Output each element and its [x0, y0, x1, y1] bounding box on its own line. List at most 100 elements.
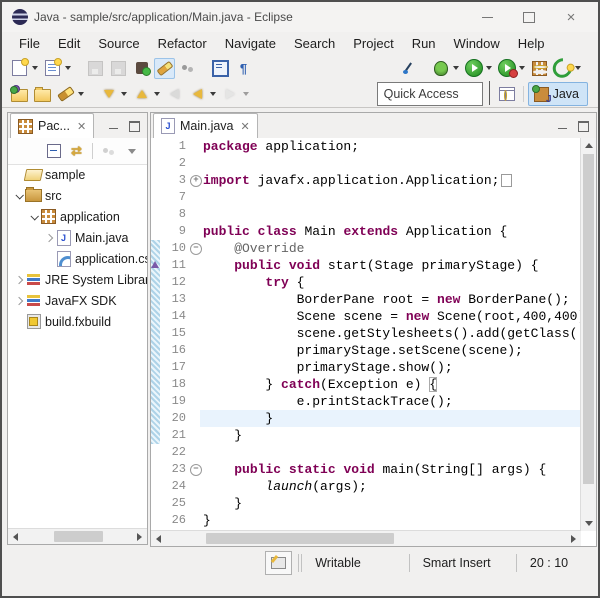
code-line-25[interactable]: 25 } — [151, 495, 581, 512]
code-line-3[interactable]: 3+import javafx.application.Application; — [151, 172, 581, 189]
back-dropdown-icon[interactable] — [210, 92, 216, 96]
fold-expanded-icon[interactable]: − — [190, 464, 202, 476]
tab-close-icon[interactable]: ✕ — [77, 120, 86, 133]
open-task-button[interactable] — [131, 58, 152, 79]
menu-edit[interactable]: Edit — [49, 34, 89, 53]
focus-task-button[interactable] — [98, 141, 119, 162]
code-line-26[interactable]: 26} — [151, 512, 581, 529]
line-number[interactable]: 2 — [160, 155, 189, 172]
run-dropdown-icon[interactable] — [486, 66, 492, 70]
java-perspective-button[interactable]: Java — [528, 82, 588, 106]
menu-search[interactable]: Search — [285, 34, 344, 53]
menu-window[interactable]: Window — [445, 34, 509, 53]
tree-item-main-java[interactable]: JMain.java — [8, 227, 147, 248]
tree-item-src[interactable]: src — [8, 185, 147, 206]
tree-expander-icon[interactable] — [12, 193, 25, 199]
run-button[interactable] — [463, 58, 484, 79]
view-maximize-button[interactable] — [129, 122, 141, 132]
sidebar-horizontal-scrollbar[interactable] — [8, 528, 147, 544]
forward-button[interactable] — [220, 84, 241, 105]
code-area[interactable]: 1package application;23+import javafx.ap… — [151, 138, 581, 531]
line-number[interactable]: 13 — [160, 291, 189, 308]
line-number[interactable]: 22 — [160, 444, 189, 461]
editor-minimize-button[interactable] — [558, 122, 570, 132]
editor-scroll-left-icon[interactable] — [151, 531, 166, 546]
code-line-11[interactable]: 11 public void start(Stage primaryStage)… — [151, 257, 581, 274]
save-button[interactable] — [85, 58, 106, 79]
menu-refactor[interactable]: Refactor — [149, 34, 216, 53]
line-number[interactable]: 8 — [160, 206, 189, 223]
open-resource-button[interactable] — [32, 84, 53, 105]
code-line-10[interactable]: 10− @Override — [151, 240, 581, 257]
tree-item-build-fxbuild[interactable]: build.fxbuild — [8, 311, 147, 332]
collapse-all-button[interactable] — [43, 141, 64, 162]
collapsed-region-icon[interactable] — [501, 174, 512, 187]
line-number[interactable]: 25 — [160, 495, 189, 512]
tree-item-jre-system-library[interactable]: JRE System Library — [8, 269, 147, 290]
external-tools-button[interactable] — [552, 58, 573, 79]
fold-toggle[interactable]: − — [189, 240, 203, 257]
line-number[interactable]: 9 — [160, 223, 189, 240]
next-annotation-dropdown-icon[interactable] — [121, 92, 127, 96]
code-line-24[interactable]: 24 launch(args); — [151, 478, 581, 495]
line-number[interactable]: 12 — [160, 274, 189, 291]
line-number[interactable]: 15 — [160, 325, 189, 342]
scroll-up-icon[interactable] — [581, 138, 596, 153]
editor-presentation-button[interactable] — [265, 551, 292, 575]
menu-file[interactable]: File — [10, 34, 49, 53]
menu-run[interactable]: Run — [403, 34, 445, 53]
line-number[interactable]: 7 — [160, 189, 189, 206]
last-edit-location-button[interactable] — [164, 84, 185, 105]
debug-dropdown-icon[interactable] — [453, 66, 459, 70]
code-line-16[interactable]: 16 primaryStage.setScene(scene); — [151, 342, 581, 359]
tab-main-java-close-icon[interactable]: ✕ — [241, 120, 250, 133]
code-line-19[interactable]: 19 e.printStackTrace(); — [151, 393, 581, 410]
menu-help[interactable]: Help — [509, 34, 554, 53]
code-line-17[interactable]: 17 primaryStage.show(); — [151, 359, 581, 376]
search-button[interactable] — [55, 84, 76, 105]
new-wizard-dropdown-icon[interactable] — [65, 66, 71, 70]
code-line-18[interactable]: 18 } catch(Exception e) { — [151, 376, 581, 393]
line-number[interactable]: 24 — [160, 478, 189, 495]
code-line-22[interactable]: 22 — [151, 444, 581, 461]
block-selection-button[interactable] — [177, 58, 198, 79]
code-line-13[interactable]: 13 BorderPane root = new BorderPane(); — [151, 291, 581, 308]
line-number[interactable]: 10 — [160, 240, 189, 257]
link-with-editor-button[interactable]: ⇄ — [66, 141, 87, 162]
new-wizard-button[interactable] — [42, 58, 63, 79]
menu-navigate[interactable]: Navigate — [216, 34, 285, 53]
external-tools-dropdown-icon[interactable] — [575, 66, 581, 70]
tab-main-java[interactable]: J Main.java ✕ — [153, 113, 258, 138]
view-menu-button[interactable] — [121, 141, 142, 162]
save-all-button[interactable] — [108, 58, 129, 79]
tree-item-application[interactable]: application — [8, 206, 147, 227]
show-selected-element-button[interactable] — [210, 58, 231, 79]
new-dropdown-icon[interactable] — [32, 66, 38, 70]
code-line-9[interactable]: 9public class Main extends Application { — [151, 223, 581, 240]
sidebar-scroll-thumb[interactable] — [54, 531, 103, 542]
quick-access-input[interactable] — [377, 82, 483, 106]
line-number[interactable]: 17 — [160, 359, 189, 376]
line-number[interactable]: 1 — [160, 138, 189, 155]
maximize-button[interactable] — [520, 8, 538, 26]
line-number[interactable]: 23 — [160, 461, 189, 478]
tree-item-javafx-sdk[interactable]: JavaFX SDK — [8, 290, 147, 311]
line-number[interactable]: 18 — [160, 376, 189, 393]
tab-package-explorer[interactable]: Pac... ✕ — [10, 113, 94, 138]
line-number[interactable]: 19 — [160, 393, 189, 410]
view-minimize-button[interactable] — [109, 122, 121, 132]
scroll-down-icon[interactable] — [581, 516, 596, 531]
editor-scroll-right-icon[interactable] — [566, 531, 581, 546]
search-dropdown-icon[interactable] — [78, 92, 84, 96]
code-line-21[interactable]: 21 } — [151, 427, 581, 444]
editor-scroll-thumb[interactable] — [206, 533, 394, 544]
debug-button[interactable] — [430, 58, 451, 79]
tree-expander-icon[interactable] — [12, 298, 25, 304]
line-number[interactable]: 26 — [160, 512, 189, 529]
fold-collapsed-icon[interactable]: + — [190, 175, 202, 187]
scroll-left-icon[interactable] — [8, 529, 23, 544]
menu-project[interactable]: Project — [344, 34, 402, 53]
show-whitespace-button[interactable]: ¶ — [233, 58, 254, 79]
code-line-8[interactable]: 8 — [151, 206, 581, 223]
code-line-2[interactable]: 2 — [151, 155, 581, 172]
